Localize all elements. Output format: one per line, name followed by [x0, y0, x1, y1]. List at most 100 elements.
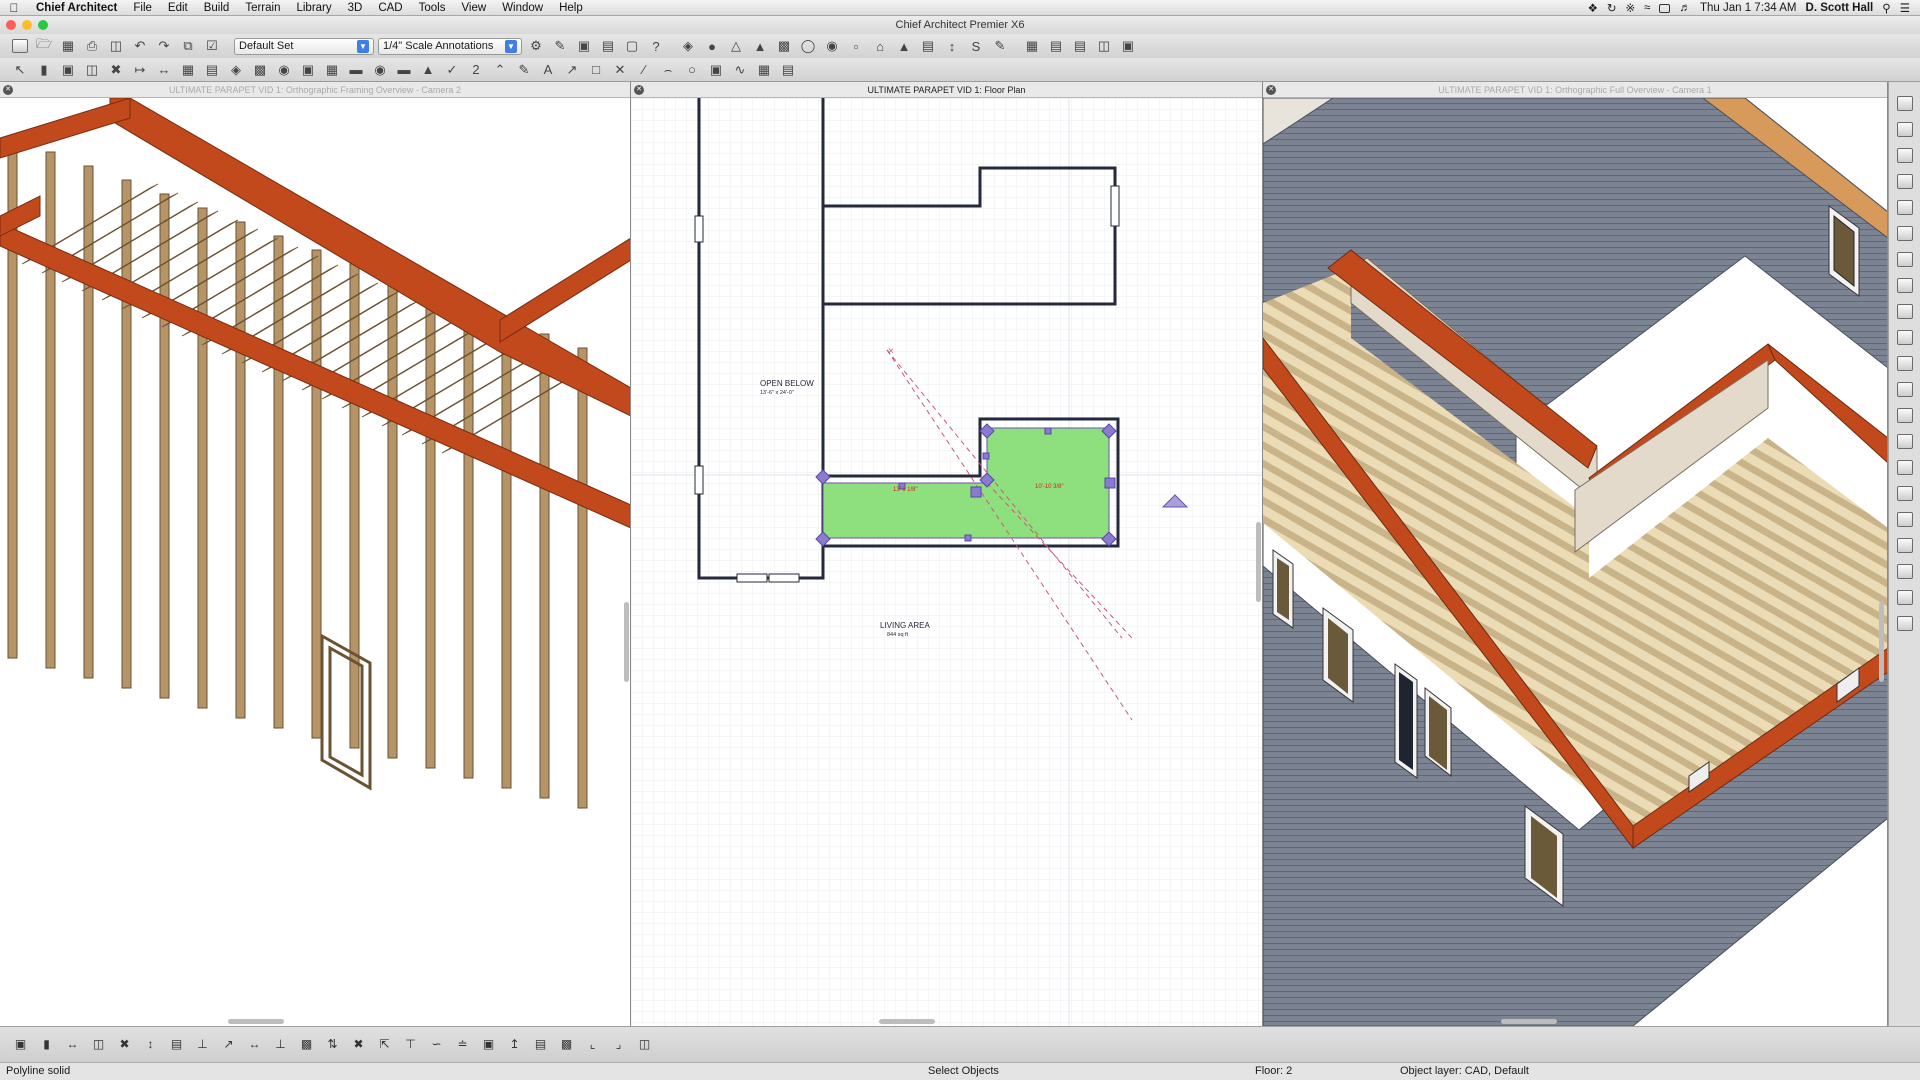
walk-through-icon[interactable]: [1897, 564, 1913, 579]
distance-icon[interactable]: ⊥: [194, 1037, 211, 1052]
schedule-icon[interactable]: ▤: [532, 1037, 549, 1052]
close-pane-icon[interactable]: ✕: [1266, 85, 1276, 95]
horizontal-scrollbar[interactable]: [879, 1019, 935, 1024]
chamfer-icon[interactable]: ≐: [454, 1037, 471, 1052]
open-object-icon[interactable]: ▮: [38, 1037, 55, 1052]
menu-edit[interactable]: Edit: [160, 0, 196, 16]
check-tool-icon[interactable]: ✓: [442, 61, 462, 79]
camera-marker[interactable]: ×: [888, 346, 894, 357]
volume-icon[interactable]: ♬: [1679, 2, 1691, 14]
callout-tool-icon[interactable]: ↗: [562, 61, 582, 79]
group-icon[interactable]: ▩: [298, 1037, 315, 1052]
spline-tool-icon[interactable]: ∿: [730, 61, 750, 79]
circle-tool-icon[interactable]: ○: [682, 61, 702, 79]
render-icon[interactable]: ◯: [798, 37, 818, 55]
overview-icon[interactable]: △: [726, 37, 746, 55]
edit-layers-icon[interactable]: ✎: [550, 37, 570, 55]
camera-icon[interactable]: ●: [702, 37, 722, 55]
pan-icon[interactable]: [1897, 382, 1913, 397]
cross-section-icon[interactable]: ▩: [774, 37, 794, 55]
dimension-tool-icon[interactable]: ↦: [130, 61, 150, 79]
horizontal-scrollbar[interactable]: [1501, 1019, 1557, 1024]
break-icon[interactable]: ✖: [350, 1037, 367, 1052]
zoom-out-icon[interactable]: [1897, 148, 1913, 163]
copy-icon[interactable]: ⧉: [178, 37, 198, 55]
lighting-icon[interactable]: [1897, 486, 1913, 501]
wifi-icon[interactable]: ≈: [1644, 2, 1650, 14]
move-icon[interactable]: ↕: [142, 1037, 159, 1052]
cad-delete-icon[interactable]: ✕: [610, 61, 630, 79]
delete-point-icon[interactable]: ⌟: [610, 1037, 627, 1052]
menu-file[interactable]: File: [125, 0, 160, 16]
align-icon[interactable]: ▤: [168, 1037, 185, 1052]
window-tile-icon[interactable]: ▤: [1070, 37, 1090, 55]
elevation-icon[interactable]: ↥: [506, 1037, 523, 1052]
slab-tool-icon[interactable]: ▬: [346, 61, 366, 79]
swap-view-icon[interactable]: [1897, 252, 1913, 267]
add-point-icon[interactable]: ⌞: [584, 1037, 601, 1052]
open-folder-icon[interactable]: 🗁: [34, 36, 54, 55]
appliance-tool-icon[interactable]: ▦: [322, 61, 342, 79]
wall-tool-icon[interactable]: ▮: [34, 61, 54, 79]
sun-angle-icon[interactable]: [1897, 460, 1913, 475]
horizontal-scrollbar[interactable]: [228, 1019, 284, 1024]
mark-icon[interactable]: ◫: [636, 1037, 653, 1052]
record-icon[interactable]: [1897, 616, 1913, 631]
fixture-tool-icon[interactable]: ◉: [274, 61, 294, 79]
fill-window-icon[interactable]: [1897, 174, 1913, 189]
vertical-scrollbar[interactable]: [1879, 602, 1884, 682]
delta-icon[interactable]: ▫: [846, 37, 866, 55]
view-tile-icon[interactable]: ◫: [1094, 37, 1114, 55]
redo-icon[interactable]: ↷: [154, 37, 174, 55]
apple-icon[interactable]: : [0, 1, 28, 15]
text-dimension-icon[interactable]: ↔: [154, 61, 174, 79]
plan-view-icon[interactable]: ▣: [574, 37, 594, 55]
floor-up-icon[interactable]: [1897, 278, 1913, 293]
close-window-button[interactable]: [6, 20, 16, 30]
help-icon[interactable]: ?: [646, 37, 666, 55]
clock[interactable]: Thu Jan 1 7:34 AM: [1700, 2, 1797, 14]
rotate-icon[interactable]: ↗: [220, 1037, 237, 1052]
fill-window-building-icon[interactable]: [1897, 200, 1913, 215]
zoom-icon[interactable]: [1897, 96, 1913, 111]
menu-3d[interactable]: 3D: [340, 0, 371, 16]
roof-icon[interactable]: ⌂: [870, 37, 890, 55]
door-tool-icon[interactable]: ◫: [82, 61, 102, 79]
deck-tool-icon[interactable]: ▬: [394, 61, 414, 79]
copy-paste-icon[interactable]: ◫: [90, 1037, 107, 1052]
edit-area-icon[interactable]: ↔: [64, 1037, 81, 1052]
break-line-icon[interactable]: ✖: [106, 61, 126, 79]
print-icon[interactable]: ⎙: [82, 37, 102, 55]
close-pane-icon[interactable]: ✕: [634, 85, 644, 95]
menu-cad[interactable]: CAD: [370, 0, 410, 16]
layer-set-select[interactable]: Default Set ▼: [234, 37, 374, 55]
layer-display-icon[interactable]: ⚙: [526, 37, 546, 55]
terrain-tool-icon[interactable]: ◉: [370, 61, 390, 79]
dimension-icon[interactable]: ↕: [942, 37, 962, 55]
menu-view[interactable]: View: [453, 0, 494, 16]
tape-measure-icon[interactable]: ✎: [990, 37, 1010, 55]
annotation-set-select[interactable]: 1/4" Scale Annotations ▼: [378, 37, 522, 55]
layout-icon[interactable]: ▢: [622, 37, 642, 55]
spotlight-icon[interactable]: ⚲: [1882, 1, 1890, 15]
reverse-icon[interactable]: ⊥: [272, 1037, 289, 1052]
schedule-icon[interactable]: ▤: [1046, 37, 1066, 55]
menu-tools[interactable]: Tools: [411, 0, 454, 16]
vertical-scrollbar[interactable]: [624, 602, 629, 682]
join-icon[interactable]: ⇅: [324, 1037, 341, 1052]
framing-tool-icon[interactable]: ▩: [250, 61, 270, 79]
materials-list-icon[interactable]: ▦: [1022, 37, 1042, 55]
delete-icon[interactable]: ✖: [116, 1037, 133, 1052]
backdrop-icon[interactable]: [1897, 538, 1913, 553]
furniture-tool-icon[interactable]: ▣: [298, 61, 318, 79]
full-overview-pane[interactable]: ULTIMATE PARAPET VID 1: Orthographic Ful…: [1263, 82, 1888, 1026]
vertical-scrollbar[interactable]: [1256, 522, 1261, 602]
close-pane-icon[interactable]: ✕: [3, 85, 13, 95]
zoom-in-icon[interactable]: [1897, 122, 1913, 137]
select-checkbox-icon[interactable]: ☑: [202, 37, 222, 55]
app-menu[interactable]: Chief Architect: [28, 0, 125, 16]
camera-3d-icon[interactable]: ◈: [678, 37, 698, 55]
arc-tool-icon[interactable]: ⌃: [490, 61, 510, 79]
layer-props-icon[interactable]: [1897, 434, 1913, 449]
menu-build[interactable]: Build: [196, 0, 238, 16]
